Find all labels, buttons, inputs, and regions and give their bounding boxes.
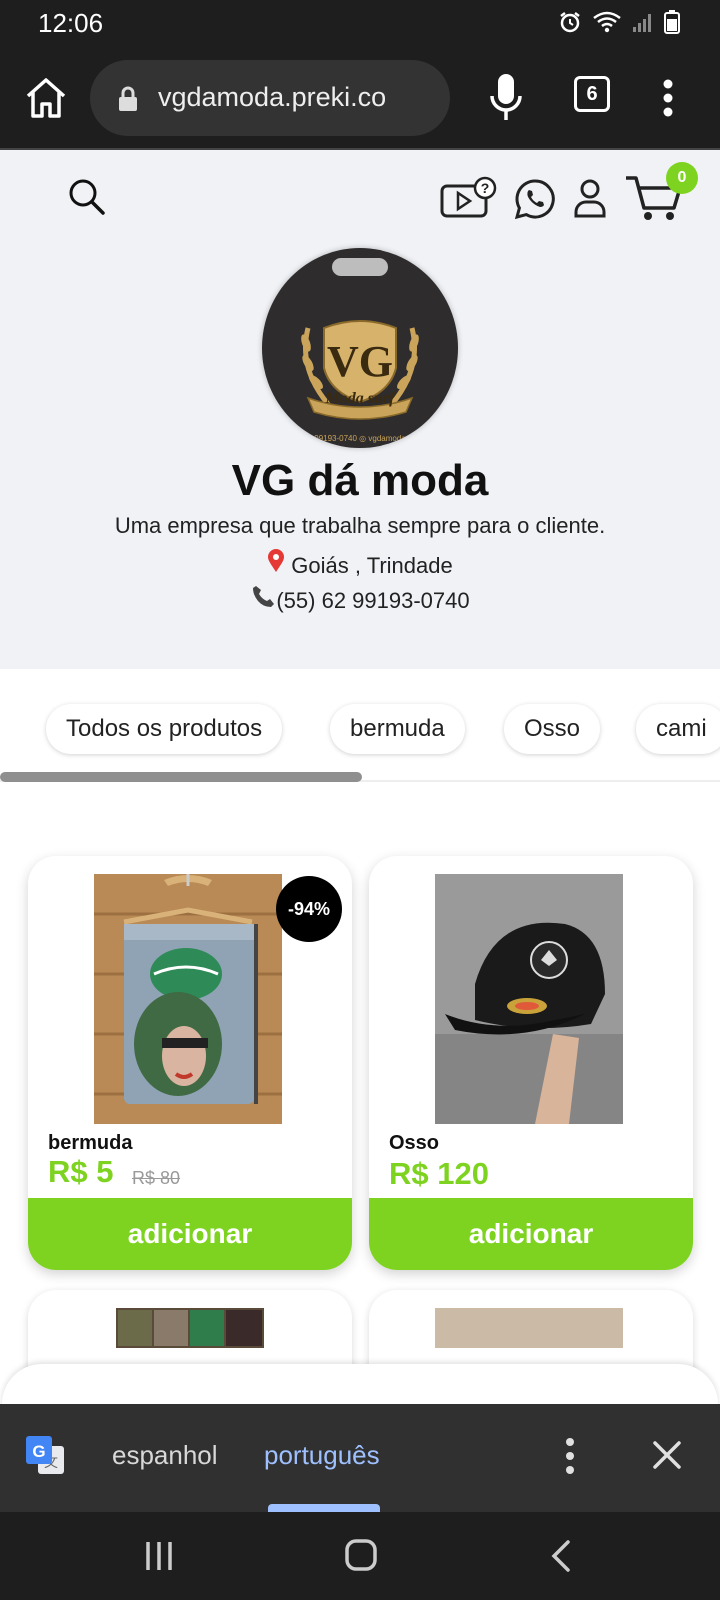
close-icon[interactable] xyxy=(652,1440,682,1470)
source-language-tab[interactable]: espanhol xyxy=(112,1440,218,1471)
phone-text: (55) 62 99193-0740 xyxy=(276,588,470,613)
browser-toolbar: vgdamoda.preki.co 6 xyxy=(0,46,720,150)
translate-options-icon[interactable] xyxy=(558,1436,582,1476)
home-nav-icon[interactable] xyxy=(344,1538,378,1572)
product-image xyxy=(94,874,282,1124)
category-chip-row: Todos os produtos bermuda Osso cami xyxy=(0,698,720,760)
store-logo: VG Moda surf 99193-0740 ◎ vgdamoda xyxy=(262,248,458,448)
user-account-icon[interactable] xyxy=(574,178,606,218)
store-location: Goiás , Trindade xyxy=(0,549,720,579)
url-bar[interactable]: vgdamoda.preki.co xyxy=(90,60,450,136)
system-nav-bar xyxy=(0,1512,720,1600)
category-chip-osso[interactable]: Osso xyxy=(504,704,601,754)
signal-icon xyxy=(633,14,651,32)
back-icon[interactable] xyxy=(550,1540,572,1572)
status-bar: 12:06 xyxy=(0,0,720,46)
search-icon[interactable] xyxy=(68,178,106,216)
add-to-cart-button[interactable]: adicionar xyxy=(369,1198,693,1270)
microphone-icon[interactable] xyxy=(488,72,524,124)
logo-banner-text: Moda surf xyxy=(325,390,395,407)
svg-text:?: ? xyxy=(481,180,490,196)
category-chip-cami[interactable]: cami xyxy=(636,704,720,754)
store-phone[interactable]: (55) 62 99193-0740 xyxy=(0,584,720,614)
product-price: R$ 5 xyxy=(48,1154,114,1189)
translate-bar: 文 G espanhol português xyxy=(0,1404,720,1512)
video-help-icon[interactable]: ? xyxy=(440,176,498,220)
category-scrollbar[interactable] xyxy=(0,772,362,782)
discount-badge: -94% xyxy=(276,876,342,942)
product-image xyxy=(435,1308,623,1348)
product-card[interactable]: -94% bermuda R$ 5 R$ 80 adicionar xyxy=(28,856,352,1270)
cart-count-badge: 0 xyxy=(666,162,698,194)
product-title: Osso xyxy=(389,1132,440,1154)
whatsapp-icon[interactable] xyxy=(514,178,556,220)
google-translate-icon: 文 G xyxy=(26,1436,64,1474)
svg-text:G: G xyxy=(32,1442,45,1461)
url-text: vgdamoda.preki.co xyxy=(158,82,387,112)
status-icons xyxy=(558,10,680,34)
store-tagline: Uma empresa que trabalha sempre para o c… xyxy=(114,513,606,538)
battery-icon xyxy=(664,10,680,34)
tab-switcher-button[interactable]: 6 xyxy=(574,76,610,112)
more-options-icon[interactable] xyxy=(656,74,680,122)
category-chip-bermuda[interactable]: bermuda xyxy=(330,704,465,754)
product-image xyxy=(435,874,623,1124)
status-time: 12:06 xyxy=(38,8,104,38)
active-language-indicator xyxy=(268,1504,380,1512)
wifi-icon xyxy=(593,11,621,33)
location-text: Goiás , Trindade xyxy=(291,553,453,578)
recent-apps-icon[interactable] xyxy=(144,1540,174,1572)
product-price: R$ 120 xyxy=(389,1156,489,1191)
phone-icon xyxy=(253,586,275,607)
store-name: VG dá moda xyxy=(231,456,489,505)
target-language-tab[interactable]: português xyxy=(264,1440,380,1471)
category-chip-all[interactable]: Todos os produtos xyxy=(46,704,283,754)
home-icon[interactable] xyxy=(22,74,70,122)
add-to-cart-button[interactable]: adicionar xyxy=(28,1198,352,1270)
logo-contact-text: 99193-0740 ◎ vgdamoda xyxy=(314,434,406,443)
product-old-price: R$ 80 xyxy=(132,1168,181,1188)
product-title: bermuda xyxy=(48,1132,133,1154)
store-header: ? 0 VG Moda surf 99193-0740 ◎ vgdamoda V… xyxy=(0,150,720,669)
product-image xyxy=(116,1308,264,1348)
logo-monogram: VG xyxy=(327,337,393,386)
alarm-icon xyxy=(560,12,580,33)
product-card[interactable]: Osso R$ 120 adicionar xyxy=(369,856,693,1270)
location-pin-icon xyxy=(268,549,285,572)
lock-icon xyxy=(119,86,137,111)
web-page: ? 0 VG Moda surf 99193-0740 ◎ vgdamoda V… xyxy=(0,150,720,1404)
